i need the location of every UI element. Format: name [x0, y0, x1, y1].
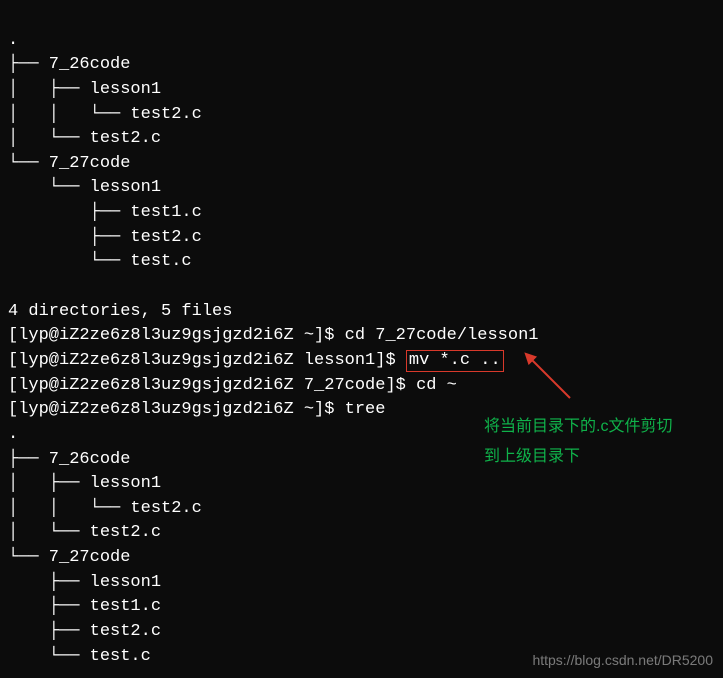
tree-line: └── test.c — [8, 252, 192, 271]
tree-line: └── 7_27code — [8, 154, 130, 173]
tree-root-1: . — [8, 31, 18, 50]
tree-line: │ └── test2.c — [8, 523, 161, 542]
tree-line: └── test.c — [8, 647, 151, 666]
tree-line: ├── test1.c — [8, 203, 202, 222]
tree-line: │ │ └── test2.c — [8, 499, 202, 518]
tree-line: │ ├── lesson1 — [8, 474, 161, 493]
tree-line: │ │ └── test2.c — [8, 105, 202, 124]
shell-command[interactable]: tree — [345, 400, 386, 419]
tree-line: ├── test1.c — [8, 597, 161, 616]
tree-line: └── 7_27code — [8, 548, 130, 567]
tree-root-2: . — [8, 425, 18, 444]
shell-prompt: [lyp@iZ2ze6z8l3uz9gsjgzd2i6Z ~]$ — [8, 326, 345, 345]
tree-line: ├── lesson1 — [8, 573, 161, 592]
watermark-text: https://blog.csdn.net/DR5200 — [532, 650, 713, 670]
tree-line: ├── 7_26code — [8, 450, 130, 469]
shell-command[interactable]: cd 7_27code/lesson1 — [345, 326, 539, 345]
highlighted-command[interactable]: mv *.c .. — [406, 350, 504, 372]
tree-line: │ ├── lesson1 — [8, 80, 161, 99]
tree-line: └── lesson1 — [8, 178, 161, 197]
shell-prompt: [lyp@iZ2ze6z8l3uz9gsjgzd2i6Z 7_27code]$ — [8, 376, 416, 395]
tree-line: ├── 7_26code — [8, 55, 130, 74]
annotation-line1: 将当前目录下的.c文件剪切 — [484, 412, 672, 442]
shell-command[interactable]: cd ~ — [416, 376, 457, 395]
annotation-label: 将当前目录下的.c文件剪切 到上级目录下 — [484, 412, 672, 473]
annotation-line2: 到上级目录下 — [484, 442, 672, 472]
shell-prompt: [lyp@iZ2ze6z8l3uz9gsjgzd2i6Z lesson1]$ — [8, 351, 406, 370]
tree-line: │ └── test2.c — [8, 129, 161, 148]
tree-line: ├── test2.c — [8, 622, 161, 641]
shell-prompt: [lyp@iZ2ze6z8l3uz9gsjgzd2i6Z ~]$ — [8, 400, 345, 419]
tree-line: ├── test2.c — [8, 228, 202, 247]
tree-summary: 4 directories, 5 files — [8, 302, 232, 321]
terminal-output: . ├── 7_26code │ ├── lesson1 │ │ └── tes… — [0, 0, 723, 673]
